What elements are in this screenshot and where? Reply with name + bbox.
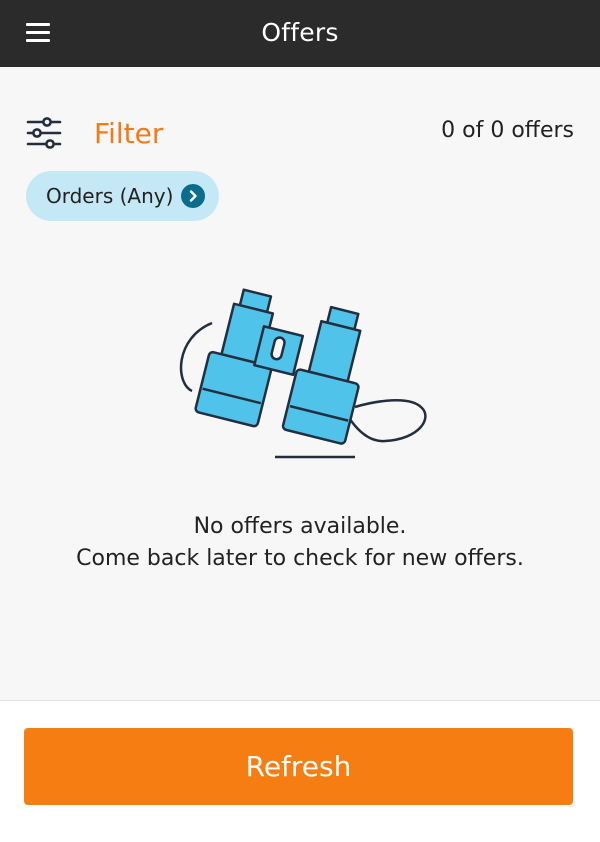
footer-bar: Refresh	[0, 700, 600, 842]
orders-chip-label: Orders (Any)	[46, 184, 174, 208]
empty-state-line1: No offers available.	[193, 514, 407, 539]
filter-row: Filter 0 of 0 offers	[0, 113, 600, 153]
chevron-right-circle-icon	[181, 184, 206, 208]
offers-content: Filter 0 of 0 offers Orders (Any) No off…	[0, 67, 600, 700]
empty-state-line2: Come back later to check for new offers.	[76, 546, 524, 571]
binoculars-icon	[170, 283, 440, 463]
orders-filter-chip[interactable]: Orders (Any)	[26, 171, 220, 221]
empty-state-message: No offers available. Come back later to …	[0, 511, 600, 575]
refresh-button[interactable]: Refresh	[24, 728, 573, 805]
sliders-icon	[26, 113, 66, 153]
filter-label: Filter	[94, 116, 164, 150]
filter-button[interactable]: Filter	[26, 113, 163, 153]
offer-count: 0 of 0 offers	[441, 118, 574, 143]
page-title: Offers	[261, 18, 339, 47]
app-header: Offers	[0, 0, 600, 67]
